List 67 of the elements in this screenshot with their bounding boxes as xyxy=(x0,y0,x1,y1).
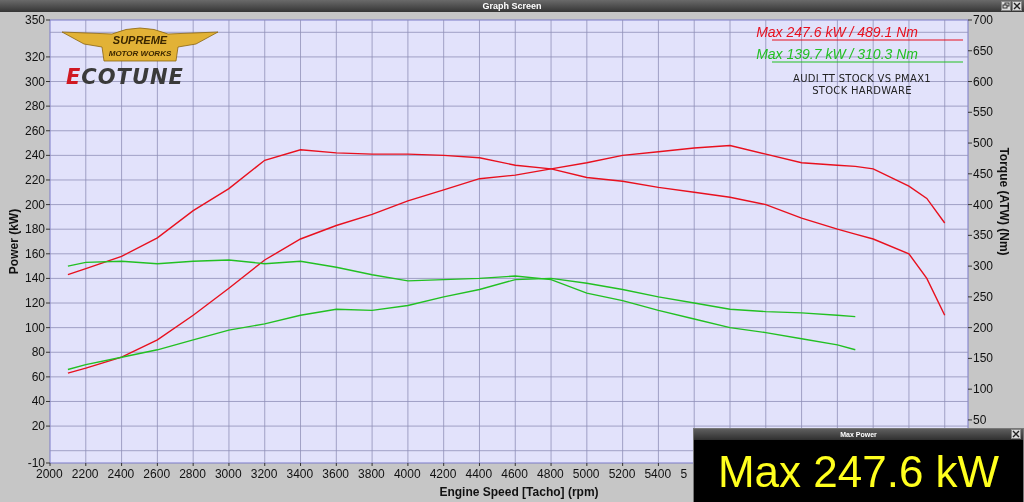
y-tick-label: 200 xyxy=(973,320,994,335)
x-tick-label: 2200 xyxy=(71,467,99,481)
y-axis-title: Power (kW) xyxy=(7,208,21,275)
y-tick-label: 320 xyxy=(24,49,45,64)
window-title: Graph Screen xyxy=(482,0,542,12)
y-tick-label: 300 xyxy=(973,259,994,274)
y-tick-label: 140 xyxy=(24,271,45,286)
y-tick-label: -10 xyxy=(27,456,45,470)
max-power-readout: Max 247.6 kW xyxy=(717,447,1000,496)
y-tick-label: 50 xyxy=(973,412,987,427)
x-tick-label: 2400 xyxy=(107,467,135,481)
restore-icon[interactable] xyxy=(1001,1,1011,11)
x-tick-label: 5400 xyxy=(644,467,672,481)
x-tick-label: 4800 xyxy=(537,467,564,481)
x-tick-label: 5 xyxy=(680,467,688,481)
y-tick-label: 40 xyxy=(31,394,45,409)
caption-text: AUDI TT STOCK VS PMAX1 xyxy=(793,73,931,84)
x-tick-label: 4600 xyxy=(501,467,528,481)
legend-text: Max 139.7 kW / 310.3 Nm xyxy=(756,46,918,62)
x-tick-label: 4400 xyxy=(465,467,493,481)
y-tick-label: 220 xyxy=(24,172,45,187)
x-tick-label: 2000 xyxy=(36,467,63,481)
y-tick-label: 160 xyxy=(24,246,45,261)
x-tick-label: 2800 xyxy=(179,467,206,481)
y-tick-label: 100 xyxy=(24,320,45,335)
y-tick-label: 700 xyxy=(973,13,994,27)
caption-text: STOCK HARDWARE xyxy=(812,85,912,96)
x-tick-label: 3200 xyxy=(250,467,278,481)
y-tick-label: 350 xyxy=(24,13,45,27)
y-tick-label: 180 xyxy=(24,222,45,237)
y-tick-label: 150 xyxy=(973,351,994,366)
y-tick-label: 60 xyxy=(31,369,45,384)
x-axis-title: Engine Speed [Tacho] (rpm) xyxy=(439,485,599,499)
y-tick-label: 450 xyxy=(973,166,994,181)
x-tick-label: 3400 xyxy=(286,467,314,481)
x-tick-label: 4000 xyxy=(393,467,421,481)
x-tick-label: 3800 xyxy=(358,467,385,481)
y-axis-title: Torque (ATW) (Nm) xyxy=(997,147,1011,256)
y-tick-label: 240 xyxy=(24,148,45,163)
y-tick-label: 500 xyxy=(973,136,994,151)
y-tick-label: 350 xyxy=(973,228,994,243)
y-tick-label: 200 xyxy=(24,197,45,212)
y-tick-label: 260 xyxy=(24,123,45,138)
y-tick-label: 550 xyxy=(973,105,994,120)
y-tick-label: 20 xyxy=(31,419,45,434)
y-tick-label: 600 xyxy=(973,74,994,89)
logo-text: MOTOR WORKS xyxy=(108,49,172,58)
logo-wordmark: ECOTUNE xyxy=(66,65,184,89)
y-tick-label: 80 xyxy=(31,345,45,360)
x-tick-label: 5200 xyxy=(608,467,636,481)
x-tick-label: 2600 xyxy=(143,467,171,481)
y-tick-label: 120 xyxy=(24,296,45,311)
y-tick-label: 280 xyxy=(24,99,45,114)
logo-text: SUPREME xyxy=(112,34,168,46)
legend-text: Max 247.6 kW / 489.1 Nm xyxy=(756,24,918,40)
y-tick-label: 250 xyxy=(973,289,994,304)
wings-emblem-icon xyxy=(61,27,219,62)
y-tick-label: 100 xyxy=(973,382,994,397)
x-tick-label: 4200 xyxy=(429,467,457,481)
x-tick-label: 3600 xyxy=(322,467,349,481)
close-icon[interactable] xyxy=(1012,1,1022,11)
close-icon[interactable] xyxy=(1011,429,1021,439)
y-tick-label: 650 xyxy=(973,43,994,58)
x-tick-label: 5000 xyxy=(572,467,600,481)
x-tick-label: 3000 xyxy=(214,467,242,481)
y-tick-label: 300 xyxy=(24,74,45,89)
y-tick-label: 400 xyxy=(973,197,994,212)
